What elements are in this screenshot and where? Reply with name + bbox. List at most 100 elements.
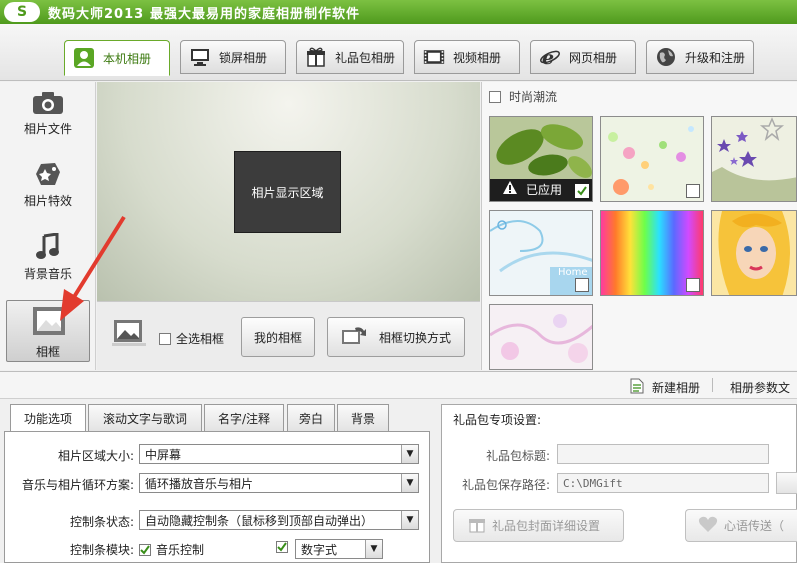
loop-mode-select[interactable]: 循环播放音乐与相片 ▼ (139, 473, 419, 493)
select-value: 中屏幕 (145, 447, 182, 462)
sidebar-item-photo-effects[interactable]: 相片特效 (0, 160, 96, 209)
frame-thumbnail[interactable]: Home (489, 210, 593, 296)
ie-browser-icon: e (539, 46, 561, 68)
tab-video-album[interactable]: 视频相册 (414, 40, 520, 74)
frame-thumbnail[interactable] (489, 304, 593, 370)
checkbox-label: 音乐控制 (156, 543, 205, 557)
select-value: 循环播放音乐与相片 (145, 476, 254, 491)
digit-style-select[interactable]: 数字式 ▼ (295, 539, 383, 559)
svg-text:e: e (542, 47, 554, 68)
gift-title-input[interactable] (557, 444, 769, 464)
red-arrow-annotation (50, 215, 130, 328)
tab-label: 礼品包相册 (335, 50, 396, 65)
frame-select-checkbox[interactable] (575, 278, 589, 292)
gift-cover-settings-button[interactable]: 礼品包封面详细设置 (453, 509, 624, 542)
photo-album-icon (73, 47, 95, 69)
button-label: 心语传送（ (724, 519, 785, 533)
app-slogan: 最强大最易用的家庭相册制作软件 (150, 7, 361, 22)
frame-select-checkbox[interactable] (575, 184, 589, 198)
chevron-down-icon[interactable]: ▼ (401, 511, 418, 529)
sidebar-item-label: 相片特效 (23, 194, 72, 208)
category-checkbox[interactable] (489, 90, 501, 103)
control-bar-state-label: 控制条状态: (69, 515, 134, 529)
gift-save-path-input[interactable]: C:\DMGift (557, 473, 769, 493)
document-icon (630, 378, 644, 397)
frame-thumbnail[interactable] (711, 116, 797, 202)
frame-thumbnail[interactable] (711, 210, 797, 296)
tab-label: 锁屏相册 (219, 50, 268, 65)
checkbox-box[interactable] (276, 541, 288, 553)
frame-select-checkbox[interactable] (686, 278, 700, 292)
digit-style-checkbox[interactable] (276, 541, 288, 553)
select-value: 数字式 (301, 542, 338, 557)
applied-badge: 已应用 (502, 180, 562, 198)
app-name: 数码大师2013 (48, 7, 145, 22)
music-control-checkbox[interactable]: 音乐控制 (139, 541, 204, 558)
button-label: 相框切换方式 (378, 330, 451, 345)
divider (712, 378, 714, 392)
album-params-button[interactable]: 相册参数文 (730, 379, 797, 396)
home-watermark: Home (558, 267, 588, 278)
chevron-down-icon[interactable]: ▼ (401, 474, 418, 492)
monitor-icon (189, 46, 211, 68)
browse-path-button[interactable] (776, 472, 797, 494)
applied-label: 已应用 (526, 182, 563, 197)
photo-display-placeholder: 相片显示区域 (234, 151, 341, 233)
gift-settings-header: 礼品包专项设置: (453, 413, 542, 427)
frame-select-checkbox[interactable] (686, 184, 700, 198)
tab-narration[interactable]: 旁白 (287, 404, 335, 431)
sidebar-item-label: 相片文件 (23, 122, 72, 136)
frame-thumbnail[interactable] (600, 210, 704, 296)
sidebar-item-photo-files[interactable]: 相片文件 (0, 90, 96, 137)
frame-thumbnail[interactable] (600, 116, 704, 202)
gift-icon (305, 46, 327, 68)
control-bar-module-label: 控制条模块: (69, 543, 134, 557)
globe-icon (655, 46, 677, 68)
photo-area-size-select[interactable]: 中屏幕 ▼ (139, 444, 419, 464)
button-label: 礼品包封面详细设置 (492, 519, 601, 533)
heart-message-button[interactable]: 心语传送（ (685, 509, 797, 542)
tab-name-notes[interactable]: 名字/注释 (204, 404, 284, 431)
tab-label: 升级和注册 (685, 50, 746, 65)
tab-scroll-text-lyrics[interactable]: 滚动文字与歌词 (88, 404, 202, 431)
camera-icon (0, 90, 96, 116)
checkbox-label: 全选相框 (176, 332, 225, 346)
tab-feature-options[interactable]: 功能选项 (10, 404, 86, 432)
select-value: 自动隐藏控制条（鼠标移到顶部自动弹出） (145, 513, 374, 528)
tab-label: 网页相册 (569, 50, 618, 65)
chevron-down-icon[interactable]: ▼ (401, 445, 418, 463)
my-frames-button[interactable]: 我的相框 (241, 317, 315, 357)
tab-local-album[interactable]: 本机相册 (64, 40, 170, 76)
title-bar: S 数码大师2013 最强大最易用的家庭相册制作软件 (0, 0, 797, 24)
gift-title-label: 礼品包标题: (485, 449, 550, 463)
new-album-button[interactable]: 新建相册 (630, 378, 700, 397)
tab-gift-album[interactable]: 礼品包相册 (296, 40, 404, 74)
gift-save-path-label: 礼品包保存路径: (461, 478, 550, 492)
tab-web-album[interactable]: e 网页相册 (530, 40, 636, 74)
frame-switch-icon (341, 325, 367, 350)
tab-label: 视频相册 (453, 50, 502, 65)
tab-background[interactable]: 背景 (337, 404, 389, 431)
warning-icon (502, 180, 518, 198)
checkbox-box[interactable] (159, 332, 171, 345)
tab-lockscreen-album[interactable]: 锁屏相册 (180, 40, 286, 74)
checkbox-box[interactable] (139, 543, 151, 556)
heart-icon (698, 515, 718, 536)
control-bar-state-select[interactable]: 自动隐藏控制条（鼠标移到顶部自动弹出） ▼ (139, 510, 419, 530)
loop-mode-label: 音乐与相片循环方案: (21, 478, 134, 492)
photo-area-size-label: 相片区域大小: (57, 449, 134, 463)
frame-category-filter[interactable]: 时尚潮流 (489, 88, 557, 105)
frame-thumbnail[interactable]: 已应用 (489, 116, 593, 202)
tab-label: 本机相册 (103, 51, 152, 66)
frame-switch-mode-button[interactable]: 相框切换方式 (327, 317, 465, 357)
gift-icon (468, 515, 486, 536)
film-icon (423, 46, 445, 68)
tab-upgrade-register[interactable]: 升级和注册 (646, 40, 754, 74)
effects-icon (0, 160, 96, 188)
select-all-frames-checkbox[interactable]: 全选相框 (159, 330, 224, 347)
button-label: 新建相册 (652, 381, 701, 395)
sidebar-item-label: 相框 (35, 345, 60, 359)
category-label: 时尚潮流 (509, 90, 558, 104)
app-logo: S (4, 2, 40, 22)
chevron-down-icon[interactable]: ▼ (365, 540, 382, 558)
